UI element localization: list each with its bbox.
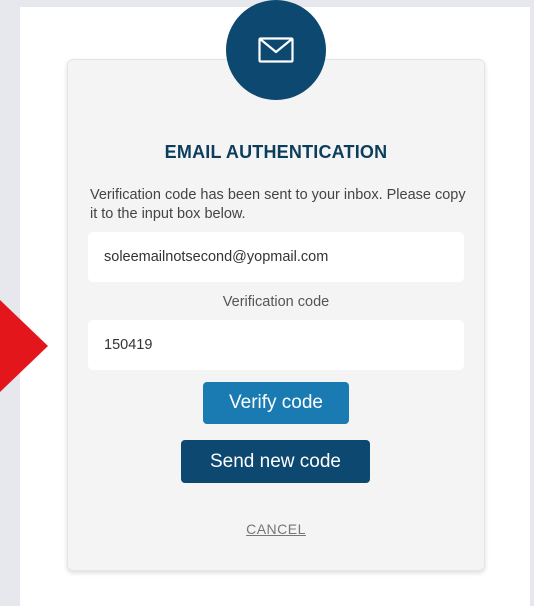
arrow-right-icon	[0, 300, 48, 392]
send-new-code-button[interactable]: Send new code	[181, 440, 370, 483]
instructions-text: Verification code has been sent to your …	[90, 187, 466, 222]
page: EMAIL AUTHENTICATION Verification code h…	[0, 0, 534, 606]
verification-code-input[interactable]	[88, 320, 464, 370]
verify-code-button[interactable]: Verify code	[203, 382, 349, 424]
page-title: EMAIL AUTHENTICATION	[164, 142, 388, 162]
email-field[interactable]	[88, 232, 464, 282]
verification-code-label: Verification code	[222, 294, 330, 310]
auth-card	[67, 59, 485, 571]
mail-badge	[226, 0, 326, 100]
envelope-icon	[258, 37, 294, 63]
cancel-link[interactable]: CANCEL	[67, 521, 485, 537]
